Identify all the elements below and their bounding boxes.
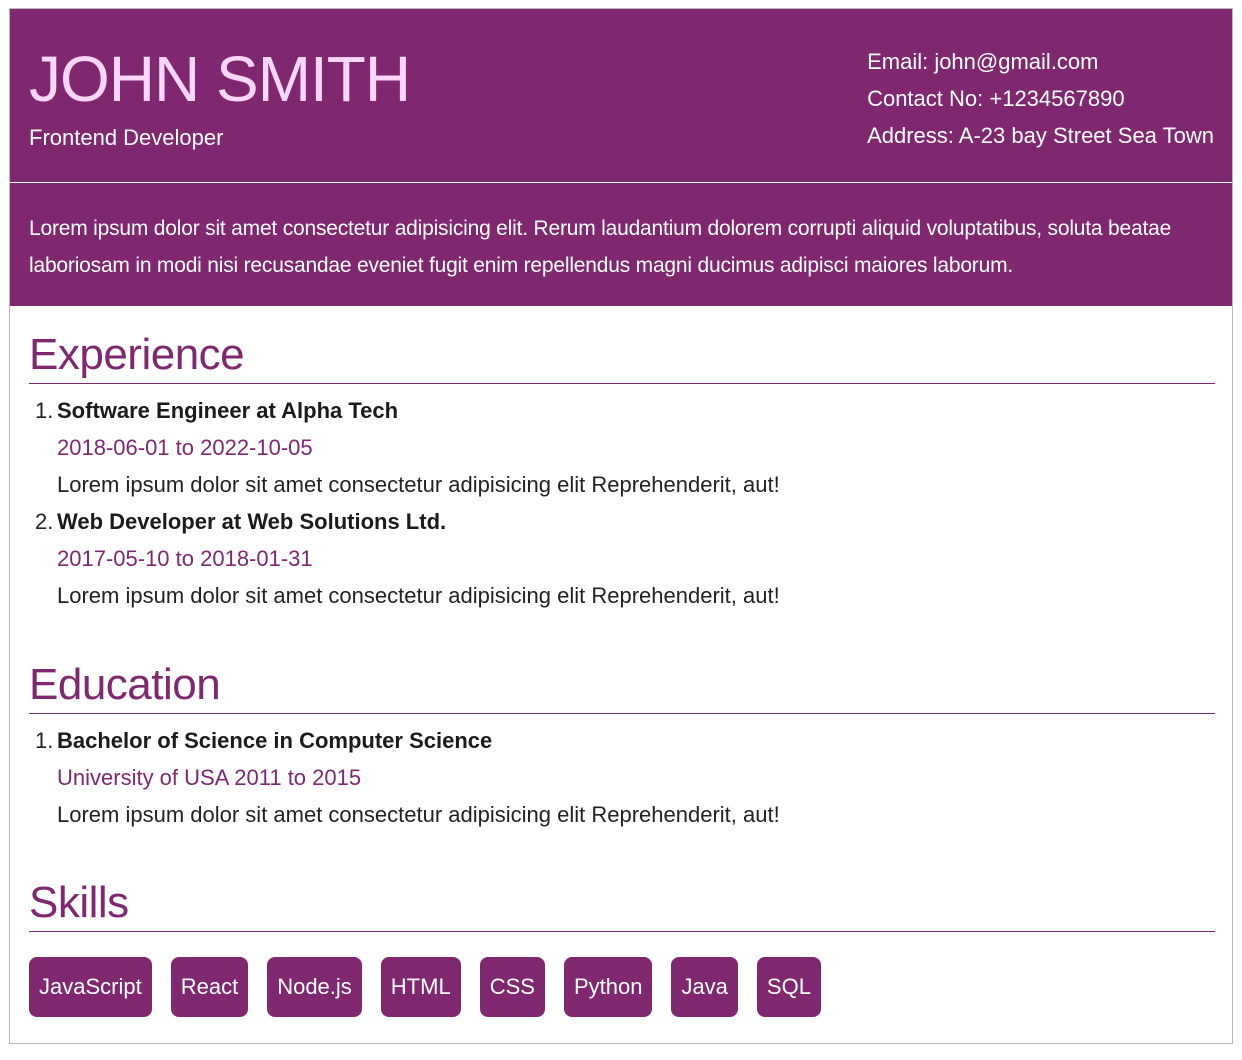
education-section: Education 1. Bachelor of Science in Comp… — [29, 657, 1215, 833]
resume-header: JOHN SMITH Frontend Developer Email: joh… — [10, 9, 1232, 182]
section-heading-education: Education — [29, 660, 221, 709]
skill-tag-html[interactable]: HTML — [380, 957, 461, 1017]
contact-email: Email: john@gmail.com — [867, 49, 1099, 74]
skill-tag-javascript[interactable]: JavaScript — [29, 957, 152, 1017]
section-divider — [29, 931, 1215, 932]
skills-list: JavaScript React Node.js HTML CSS Python… — [29, 957, 1215, 1017]
job-role-title: Software Engineer at Alpha Tech — [57, 398, 399, 423]
skill-tag-nodejs[interactable]: Node.js — [267, 957, 362, 1017]
skill-tag-react[interactable]: React — [170, 957, 249, 1017]
job-description: Lorem ipsum dolor sit amet consectetur a… — [57, 472, 780, 497]
skill-tag-sql[interactable]: SQL — [756, 957, 821, 1017]
section-divider — [29, 713, 1215, 714]
section-divider — [29, 383, 1215, 384]
education-description: Lorem ipsum dolor sit amet consectetur a… — [57, 802, 780, 827]
section-heading-skills: Skills — [29, 878, 129, 927]
job-role-title: Web Developer at Web Solutions Ltd. — [57, 509, 447, 534]
experience-section: Experience 1. Software Engineer at Alpha… — [29, 327, 1215, 614]
experience-list: 1. Software Engineer at Alpha Tech 2018-… — [29, 392, 1215, 614]
job-title: Frontend Developer — [29, 125, 224, 150]
skill-tag-java[interactable]: Java — [671, 957, 738, 1017]
job-dates: 2017-05-10 to 2018-01-31 — [57, 546, 313, 571]
list-item: 1. Bachelor of Science in Computer Scien… — [35, 722, 1215, 833]
item-number: 1. — [35, 728, 54, 753]
contact-phone: Contact No: +1234567890 — [867, 86, 1125, 111]
section-heading-experience: Experience — [29, 330, 245, 379]
school-and-dates: University of USA 2011 to 2015 — [57, 765, 362, 790]
contact-info: Email: john@gmail.com Contact No: +12345… — [867, 43, 1214, 154]
item-number: 2. — [35, 509, 54, 534]
job-description: Lorem ipsum dolor sit amet consectetur a… — [57, 583, 780, 608]
skill-tag-css[interactable]: CSS — [479, 957, 545, 1017]
education-list: 1. Bachelor of Science in Computer Scien… — [29, 722, 1215, 833]
candidate-name: JOHN SMITH — [29, 43, 411, 115]
skill-tag-python[interactable]: Python — [563, 957, 653, 1017]
item-number: 1. — [35, 398, 54, 423]
job-dates: 2018-06-01 to 2022-10-05 — [57, 435, 313, 460]
contact-address: Address: A-23 bay Street Sea Town — [867, 123, 1214, 148]
degree-title: Bachelor of Science in Computer Science — [57, 728, 493, 753]
skills-section: Skills JavaScript React Node.js HTML CSS… — [29, 875, 1215, 1017]
resume: JOHN SMITH Frontend Developer Email: joh… — [9, 8, 1233, 1044]
list-item: 2. Web Developer at Web Solutions Ltd. 2… — [35, 503, 1215, 614]
list-item: 1. Software Engineer at Alpha Tech 2018-… — [35, 392, 1215, 503]
profile-summary: Lorem ipsum dolor sit amet consectetur a… — [10, 183, 1232, 306]
